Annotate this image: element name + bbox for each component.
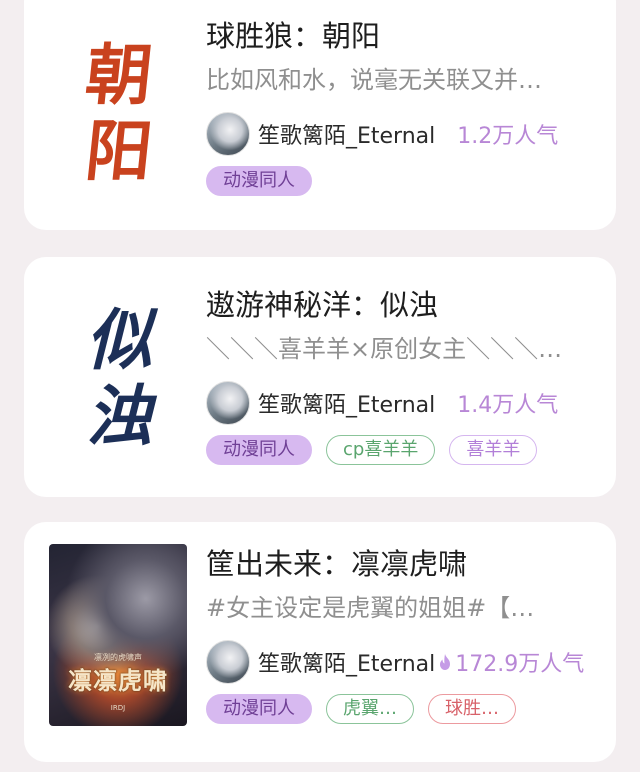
work-title[interactable]: 遨游神秘洋：似浊 [206,285,602,325]
work-card[interactable]: 似 浊 遨游神秘洋：似浊 ＼＼＼喜羊羊×原创女主＼＼＼… 笙歌篱陌_Eterna… [24,257,616,497]
author-name[interactable]: 笙歌篱陌_Eternal [258,646,435,678]
tag-category[interactable]: 动漫同人 [206,435,312,465]
work-card[interactable]: 朝 阳 球胜狼：朝阳 比如风和水，说毫无关联又并… 笙歌篱陌_Eternal 1… [24,0,616,230]
author-name[interactable]: 笙歌篱陌_Eternal [258,118,435,150]
work-info: 球胜狼：朝阳 比如风和水，说毫无关联又并… 笙歌篱陌_Eternal 1.2万人… [206,16,602,198]
work-card[interactable]: 凛冽的虎啸声 凛凛虎啸 IRDJ 筐出未来：凛凛虎啸 #女主设定是虎翼的姐姐#【… [24,522,616,762]
author-row: 笙歌篱陌_Eternal 1.2万人气 [206,112,602,156]
cover-image[interactable]: 似 浊 [50,285,190,470]
tag-category[interactable]: 动漫同人 [206,166,312,196]
tag-character[interactable]: 虎翼… [326,694,414,724]
popularity-count: 172.9万人气 [455,652,585,677]
flame-icon [440,654,451,670]
avatar[interactable] [206,112,250,156]
cover-text: 似 [86,300,154,379]
cover-text: 朝 [81,35,159,114]
author-row: 笙歌篱陌_Eternal 172.9万人气 [206,640,602,684]
tag-original[interactable]: 喜羊羊 [449,435,538,465]
tag-category[interactable]: 动漫同人 [206,694,312,724]
tag-list: 动漫同人 [206,166,602,198]
cover-image[interactable]: 朝 阳 [50,20,190,205]
work-info: 筐出未来：凛凛虎啸 #女主设定是虎翼的姐姐#【… 笙歌篱陌_Eternal 17… [206,544,602,726]
author-name[interactable]: 笙歌篱陌_Eternal [258,387,435,419]
work-info: 遨游神秘洋：似浊 ＼＼＼喜羊羊×原创女主＼＼＼… 笙歌篱陌_Eternal 1.… [206,285,602,467]
work-title[interactable]: 筐出未来：凛凛虎啸 [206,544,602,584]
work-description: 比如风和水，说毫无关联又并… [206,66,542,94]
tag-cp[interactable]: cp喜羊羊 [326,435,436,465]
cover-text: 浊 [86,376,154,455]
author-row: 笙歌篱陌_Eternal 1.4万人气 [206,381,602,425]
tag-list: 动漫同人 cp喜羊羊 喜羊羊 [206,435,602,467]
work-description: #女主设定是虎翼的姐姐#【… [206,594,535,622]
cover-title: 凛凛虎啸 [68,666,168,695]
avatar[interactable] [206,381,250,425]
cover-illustration: 凛冽的虎啸声 凛凛虎啸 IRDJ [49,544,187,726]
cover-image[interactable]: 凛冽的虎啸声 凛凛虎啸 IRDJ [49,544,187,726]
cover-footer: IRDJ [110,704,126,712]
work-description: ＼＼＼喜羊羊×原创女主＼＼＼… [206,335,563,363]
tag-series[interactable]: 球胜… [428,694,516,724]
popularity-count: 1.2万人气 [457,124,559,149]
avatar[interactable] [206,640,250,684]
popularity-count: 1.4万人气 [457,393,559,418]
work-title[interactable]: 球胜狼：朝阳 [206,16,602,56]
tag-list: 动漫同人 虎翼… 球胜… [206,694,602,726]
cover-text: 阳 [81,111,159,190]
